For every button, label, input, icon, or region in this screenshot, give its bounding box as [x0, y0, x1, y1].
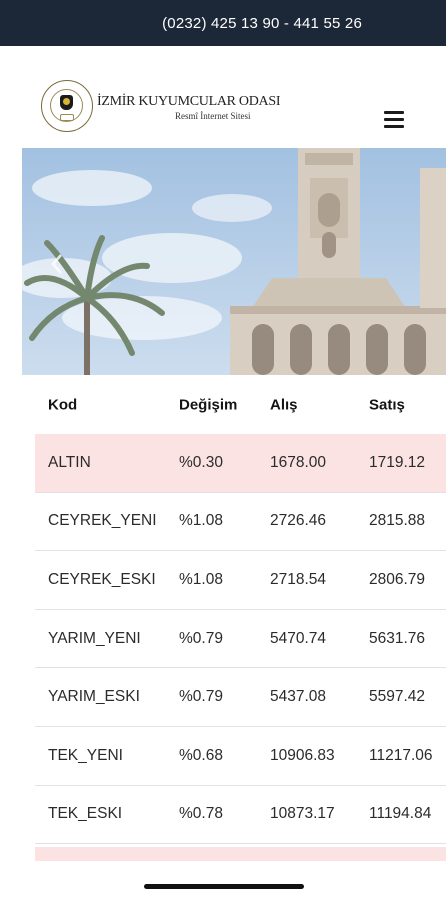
hero-image-overlay: [22, 148, 446, 375]
cell-degisim: %0.30: [179, 453, 223, 471]
cell-alis: 2726.46: [270, 512, 327, 530]
cell-kod: YARIM_YENI: [48, 629, 141, 647]
top-contact-bar: (0232) 425 13 90 - 441 55 26: [0, 0, 446, 46]
site-header: İZMİR KUYUMCULAR ODASI Resmî İnternet Si…: [0, 46, 446, 148]
cell-satis: 11217.06: [369, 746, 433, 764]
header-satis: Satış: [369, 396, 405, 413]
cell-alis: 2718.54: [270, 570, 327, 588]
cell-kod: CEYREK_YENI: [48, 512, 157, 530]
hero-carousel[interactable]: [22, 148, 446, 375]
header-kod: Kod: [48, 396, 78, 413]
cell-alis: 5470.74: [270, 629, 327, 647]
cell-alis: 1678.00: [270, 453, 327, 471]
hamburger-menu-icon[interactable]: [384, 111, 406, 129]
cell-degisim: %1.08: [179, 570, 223, 588]
cell-kod: YARIM_ESKI: [48, 688, 140, 706]
cell-degisim: %0.79: [179, 688, 223, 706]
cell-degisim: %1.08: [179, 512, 223, 530]
logo-title[interactable]: İZMİR KUYUMCULAR ODASI: [97, 94, 280, 110]
gold-price-table: Kod Değişim Alış Satış ALTIN %0.30 1678.…: [35, 375, 446, 845]
home-indicator[interactable]: [144, 884, 304, 889]
cell-degisim: %0.78: [179, 805, 223, 823]
table-row: TEK_YENI %0.68 10906.83 11217.06: [35, 727, 446, 786]
seal-emblem: [60, 95, 73, 110]
table-row: YARIM_ESKI %0.79 5437.08 5597.42: [35, 668, 446, 727]
cell-degisim: %0.79: [179, 629, 223, 647]
table-row: TEK_ESKI %0.78 10873.17 11194.84: [35, 786, 446, 845]
table-row: CEYREK_YENI %1.08 2726.46 2815.88: [35, 493, 446, 552]
logo-subtitle: Resmî İnternet Sitesi: [175, 111, 251, 121]
cell-satis: 2806.79: [369, 570, 426, 588]
cell-alis: 10873.17: [270, 805, 335, 823]
table-header-row: Kod Değişim Alış Satış: [35, 375, 446, 434]
cell-alis: 10906.83: [270, 746, 335, 764]
header-alis: Alış: [270, 396, 298, 413]
table-row: ALTIN %0.30 1678.00 1719.12: [35, 434, 446, 493]
cell-kod: CEYREK_ESKI: [48, 570, 156, 588]
cell-satis: 2815.88: [369, 512, 426, 530]
cell-degisim: %0.68: [179, 746, 223, 764]
cell-satis: 5597.42: [369, 688, 426, 706]
seal-year-plate: [60, 114, 74, 121]
cell-kod: TEK_ESKI: [48, 805, 123, 823]
cell-kod: TEK_YENI: [48, 746, 123, 764]
chevron-left-icon[interactable]: [49, 252, 65, 276]
table-row-partial: [35, 847, 446, 861]
chamber-seal-logo[interactable]: [41, 80, 93, 132]
cell-satis: 11194.84: [369, 805, 432, 823]
cell-satis: 5631.76: [369, 629, 426, 647]
cell-satis: 1719.12: [369, 453, 426, 471]
header-degisim: Değişim: [179, 396, 238, 413]
cell-kod: ALTIN: [48, 453, 91, 471]
table-row: CEYREK_ESKI %1.08 2718.54 2806.79: [35, 551, 446, 610]
phone-number[interactable]: (0232) 425 13 90 - 441 55 26: [162, 15, 362, 32]
cell-alis: 5437.08: [270, 688, 327, 706]
table-row: YARIM_YENI %0.79 5470.74 5631.76: [35, 610, 446, 669]
